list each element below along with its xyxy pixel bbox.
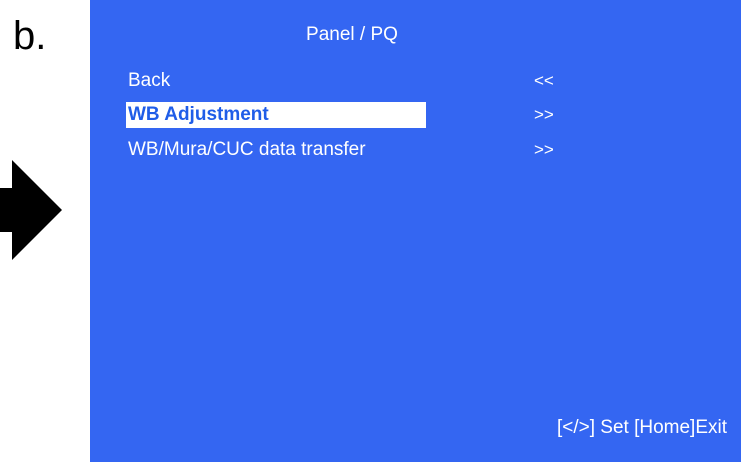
osd-title: Panel / PQ xyxy=(306,24,398,45)
osd-menu-panel: Panel / PQ Back << WB Adjustment >> WB/M… xyxy=(90,0,741,462)
menu-item-label: WB/Mura/CUC data transfer xyxy=(128,139,366,160)
menu-item-label: Back xyxy=(128,70,171,91)
menu-item-wb-mura-cuc-data-transfer[interactable]: WB/Mura/CUC data transfer >> xyxy=(126,137,566,163)
menu-item-back[interactable]: Back << xyxy=(126,68,566,94)
step-label: b. xyxy=(13,14,47,58)
back-chevron-icon: << xyxy=(534,71,554,90)
forward-chevron-icon: >> xyxy=(534,105,554,124)
page: b. Panel / PQ Back << WB Adjustment >> W… xyxy=(0,0,741,462)
menu-item-label: WB Adjustment xyxy=(126,102,426,128)
right-arrow-icon xyxy=(0,160,62,260)
menu-item-wb-adjustment[interactable]: WB Adjustment >> xyxy=(126,102,566,128)
forward-chevron-icon: >> xyxy=(534,140,554,159)
osd-key-hint: [</>] Set [Home]Exit xyxy=(556,417,727,438)
